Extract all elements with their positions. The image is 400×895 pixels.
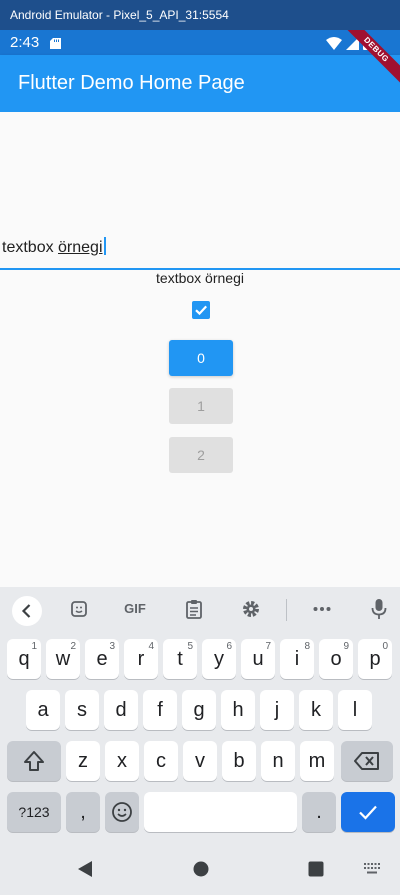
toolbar-divider — [286, 599, 287, 621]
key-label: w — [55, 648, 71, 670]
key-hint: 2 — [70, 641, 76, 652]
debug-banner: DEBUG — [342, 30, 400, 90]
comma-key[interactable]: , — [66, 792, 100, 832]
echo-text: textbox örnegi — [156, 270, 244, 286]
button-2[interactable]: 2 — [169, 437, 233, 473]
key-e[interactable]: e3 — [85, 639, 119, 679]
home-icon[interactable] — [193, 861, 209, 877]
button-0[interactable]: 0 — [169, 340, 233, 376]
enter-key[interactable] — [341, 792, 395, 832]
textbox-value: textbox örnegi — [2, 237, 106, 257]
recents-icon[interactable] — [308, 861, 324, 877]
key-h[interactable]: h — [221, 690, 255, 730]
key-hint: 1 — [31, 641, 37, 652]
textbox-value-composing: örnegi — [58, 239, 103, 256]
space-key[interactable] — [144, 792, 297, 832]
key-label: i — [294, 648, 300, 670]
home-page-body: textbox örnegi textbox örnegi 0 1 2 — [0, 112, 400, 587]
keyboard-toolbar: GIF — [0, 587, 400, 631]
text-cursor — [103, 237, 106, 255]
symbols-key[interactable]: ?123 — [7, 792, 61, 832]
key-w[interactable]: w2 — [46, 639, 80, 679]
key-hint: 7 — [265, 641, 271, 652]
emoji-icon — [112, 802, 132, 822]
key-label: p — [369, 648, 381, 670]
key-o[interactable]: o9 — [319, 639, 353, 679]
app-bar-title: Flutter Demo Home Page — [18, 72, 245, 94]
shift-key[interactable] — [7, 741, 61, 781]
clipboard-icon[interactable] — [179, 597, 209, 621]
key-v[interactable]: v — [183, 741, 217, 781]
key-u[interactable]: u7 — [241, 639, 275, 679]
key-hint: 9 — [343, 641, 349, 652]
wifi-icon — [326, 37, 342, 50]
key-j[interactable]: j — [260, 690, 294, 730]
check-icon — [195, 305, 208, 316]
key-d[interactable]: d — [104, 690, 138, 730]
checkmark-icon — [359, 805, 377, 820]
key-f[interactable]: f — [143, 690, 177, 730]
key-t[interactable]: t5 — [163, 639, 197, 679]
key-z[interactable]: z — [66, 741, 100, 781]
checkbox[interactable] — [192, 301, 210, 319]
key-label: u — [252, 648, 264, 670]
key-hint: 4 — [148, 641, 154, 652]
key-label: r — [137, 648, 145, 670]
key-a[interactable]: a — [26, 690, 60, 730]
more-icon[interactable] — [307, 597, 337, 621]
key-n[interactable]: n — [261, 741, 295, 781]
key-p[interactable]: p0 — [358, 639, 392, 679]
microphone-icon[interactable] — [364, 597, 394, 621]
key-s[interactable]: s — [65, 690, 99, 730]
app-bar: Flutter Demo Home Page — [0, 55, 400, 112]
textbox-input[interactable]: textbox örnegi — [0, 232, 400, 270]
keyboard-switcher-icon[interactable] — [364, 863, 380, 875]
key-c[interactable]: c — [144, 741, 178, 781]
sticker-icon[interactable] — [64, 597, 94, 621]
emulator-title: Android Emulator - Pixel_5_API_31:5554 — [10, 8, 229, 22]
emoji-key[interactable] — [105, 792, 139, 832]
emulator-title-bar: Android Emulator - Pixel_5_API_31:5554 — [0, 0, 400, 30]
chevron-left-icon — [21, 604, 31, 618]
key-b[interactable]: b — [222, 741, 256, 781]
back-icon[interactable] — [77, 860, 93, 878]
key-x[interactable]: x — [105, 741, 139, 781]
key-label: e — [96, 648, 108, 670]
button-1[interactable]: 1 — [169, 388, 233, 424]
key-label: y — [214, 648, 224, 670]
key-l[interactable]: l — [338, 690, 372, 730]
key-hint: 0 — [382, 641, 388, 652]
key-hint: 3 — [109, 641, 115, 652]
gear-icon[interactable] — [236, 597, 266, 621]
key-m[interactable]: m — [300, 741, 334, 781]
shift-icon — [24, 751, 44, 771]
textbox-value-plain: textbox — [2, 239, 59, 256]
key-y[interactable]: y6 — [202, 639, 236, 679]
debug-banner-label: DEBUG — [342, 30, 400, 89]
key-label: q — [18, 648, 30, 670]
key-i[interactable]: i8 — [280, 639, 314, 679]
period-key[interactable]: . — [302, 792, 336, 832]
gif-button[interactable]: GIF — [120, 597, 150, 621]
key-k[interactable]: k — [299, 690, 333, 730]
key-label: t — [177, 648, 183, 670]
sd-card-icon — [50, 38, 61, 49]
navigation-bar — [0, 845, 400, 895]
status-bar: 2:43 — [0, 30, 400, 55]
status-time: 2:43 — [10, 34, 40, 51]
key-hint: 8 — [304, 641, 310, 652]
backspace-key[interactable] — [341, 741, 393, 781]
soft-keyboard: GIF q1 w2 e3 r4 t5 y6 u7 i8 o9 p0 a s d … — [0, 587, 400, 845]
key-hint: 6 — [226, 641, 232, 652]
backspace-icon — [354, 752, 379, 770]
key-hint: 5 — [187, 641, 193, 652]
key-r[interactable]: r4 — [124, 639, 158, 679]
key-label: o — [330, 648, 342, 670]
key-g[interactable]: g — [182, 690, 216, 730]
key-q[interactable]: q1 — [7, 639, 41, 679]
keyboard-collapse-button[interactable] — [12, 596, 42, 626]
